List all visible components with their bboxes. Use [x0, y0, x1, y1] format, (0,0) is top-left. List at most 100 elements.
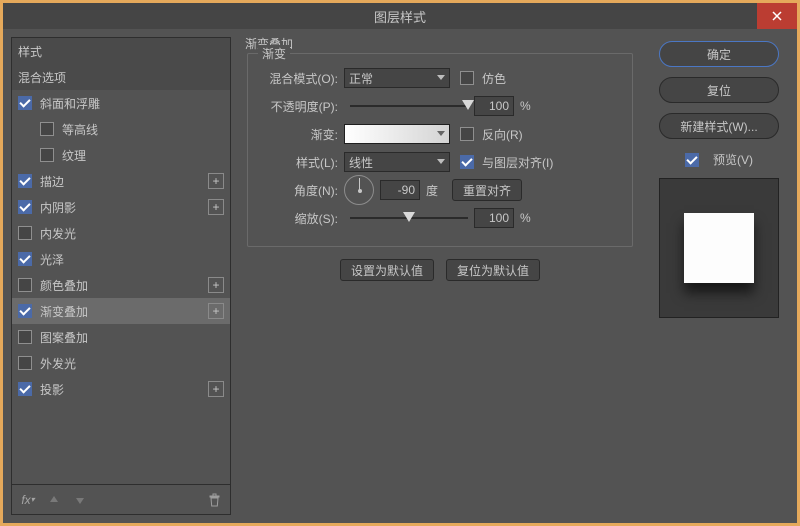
- new-style-button[interactable]: 新建样式(W)...: [659, 113, 779, 139]
- angle-input[interactable]: -90: [380, 180, 420, 200]
- styles-header[interactable]: 样式: [12, 38, 230, 64]
- effect-label: 光泽: [40, 251, 224, 268]
- row-gradient: 渐变: 反向(R): [258, 120, 622, 148]
- effect-checkbox[interactable]: [18, 330, 32, 344]
- add-effect-icon[interactable]: +: [208, 173, 224, 189]
- right-panel: 确定 复位 新建样式(W)... 预览(V): [649, 37, 789, 515]
- effect-checkbox[interactable]: [18, 356, 32, 370]
- move-up-icon[interactable]: [46, 492, 62, 508]
- blend-mode-label: 混合模式(O):: [258, 70, 344, 87]
- set-default-button[interactable]: 设置为默认值: [340, 259, 434, 281]
- dither-checkbox[interactable]: [460, 71, 474, 85]
- effect-checkbox[interactable]: [18, 304, 32, 318]
- add-effect-icon[interactable]: +: [208, 199, 224, 215]
- effect-row[interactable]: 光泽: [12, 246, 230, 272]
- effect-checkbox[interactable]: [18, 382, 32, 396]
- add-effect-icon[interactable]: +: [208, 381, 224, 397]
- effect-checkbox[interactable]: [18, 174, 32, 188]
- gradient-picker[interactable]: [344, 124, 450, 144]
- effects-list-panel: 样式 混合选项 斜面和浮雕等高线纹理描边+内阴影+内发光光泽颜色叠加+渐变叠加+…: [11, 37, 231, 515]
- style-label: 样式(L):: [258, 154, 344, 171]
- effect-label: 渐变叠加: [40, 303, 208, 320]
- cancel-button[interactable]: 复位: [659, 77, 779, 103]
- effect-checkbox[interactable]: [40, 148, 54, 162]
- scale-label: 缩放(S):: [258, 210, 344, 227]
- effect-checkbox[interactable]: [18, 200, 32, 214]
- effect-row[interactable]: 颜色叠加+: [12, 272, 230, 298]
- dialog-body: 样式 混合选项 斜面和浮雕等高线纹理描边+内阴影+内发光光泽颜色叠加+渐变叠加+…: [3, 29, 797, 523]
- effect-row[interactable]: 纹理: [12, 142, 230, 168]
- effect-checkbox[interactable]: [40, 122, 54, 136]
- row-angle: 角度(N): -90 度 重置对齐: [258, 176, 622, 204]
- window-title: 图层样式: [374, 7, 426, 26]
- reset-default-button[interactable]: 复位为默认值: [446, 259, 540, 281]
- preview-checkbox[interactable]: [685, 153, 699, 167]
- effect-row[interactable]: 图案叠加: [12, 324, 230, 350]
- settings-panel: 渐变叠加 渐变 混合模式(O): 正常 仿色 不透明度(P):: [239, 37, 641, 515]
- fx-icon[interactable]: fx▾: [20, 492, 36, 508]
- defaults-row: 设置为默认值 复位为默认值: [247, 259, 633, 281]
- effect-label: 外发光: [40, 355, 224, 372]
- fieldset-legend: 渐变: [258, 45, 290, 62]
- style-select[interactable]: 线性: [344, 152, 450, 172]
- effect-label: 等高线: [62, 121, 224, 138]
- angle-label: 角度(N):: [258, 182, 344, 199]
- opacity-input[interactable]: 100: [474, 96, 514, 116]
- row-blend-mode: 混合模式(O): 正常 仿色: [258, 64, 622, 92]
- reverse-checkbox[interactable]: [460, 127, 474, 141]
- titlebar: 图层样式: [3, 3, 797, 29]
- row-style: 样式(L): 线性 与图层对齐(I): [258, 148, 622, 176]
- gradient-fieldset: 渐变 混合模式(O): 正常 仿色 不透明度(P):: [247, 53, 633, 247]
- chevron-down-icon: [437, 159, 445, 164]
- reverse-option[interactable]: 反向(R): [460, 126, 523, 143]
- opacity-slider[interactable]: [350, 96, 468, 116]
- ok-button[interactable]: 确定: [659, 41, 779, 67]
- chevron-down-icon: [437, 131, 445, 136]
- dither-option[interactable]: 仿色: [460, 70, 506, 87]
- align-option[interactable]: 与图层对齐(I): [460, 154, 553, 171]
- close-button[interactable]: [757, 3, 797, 29]
- blend-mode-select[interactable]: 正常: [344, 68, 450, 88]
- effects-list: 样式 混合选项 斜面和浮雕等高线纹理描边+内阴影+内发光光泽颜色叠加+渐变叠加+…: [12, 38, 230, 484]
- effect-checkbox[interactable]: [18, 278, 32, 292]
- reset-align-button[interactable]: 重置对齐: [452, 179, 522, 201]
- effect-row[interactable]: 外发光: [12, 350, 230, 376]
- preview-swatch: [684, 213, 754, 283]
- row-opacity: 不透明度(P): 100 %: [258, 92, 622, 120]
- chevron-down-icon: [437, 75, 445, 80]
- gradient-label: 渐变:: [258, 126, 344, 143]
- angle-dial[interactable]: [344, 175, 374, 205]
- effect-row[interactable]: 渐变叠加+: [12, 298, 230, 324]
- effect-row[interactable]: 内阴影+: [12, 194, 230, 220]
- preview-area: [659, 178, 779, 318]
- effect-label: 颜色叠加: [40, 277, 208, 294]
- effect-row[interactable]: 等高线: [12, 116, 230, 142]
- align-checkbox[interactable]: [460, 155, 474, 169]
- layer-style-dialog: 图层样式 样式 混合选项 斜面和浮雕等高线纹理描边+内阴影+内发光光泽颜色叠加+…: [0, 0, 800, 526]
- effect-label: 图案叠加: [40, 329, 224, 346]
- scale-input[interactable]: 100: [474, 208, 514, 228]
- effect-checkbox[interactable]: [18, 252, 32, 266]
- scale-slider[interactable]: [350, 208, 468, 228]
- effect-row[interactable]: 投影+: [12, 376, 230, 402]
- effect-label: 纹理: [62, 147, 224, 164]
- add-effect-icon[interactable]: +: [208, 277, 224, 293]
- close-icon: [772, 11, 782, 21]
- preview-option[interactable]: 预览(V): [685, 151, 753, 168]
- effect-checkbox[interactable]: [18, 96, 32, 110]
- effect-label: 内发光: [40, 225, 224, 242]
- opacity-label: 不透明度(P):: [258, 98, 344, 115]
- effects-footer: fx▾: [12, 484, 230, 514]
- effect-label: 斜面和浮雕: [40, 95, 224, 112]
- effect-row[interactable]: 斜面和浮雕: [12, 90, 230, 116]
- row-scale: 缩放(S): 100 %: [258, 204, 622, 232]
- trash-icon[interactable]: [206, 492, 222, 508]
- effect-checkbox[interactable]: [18, 226, 32, 240]
- effect-row[interactable]: 内发光: [12, 220, 230, 246]
- blend-options-header[interactable]: 混合选项: [12, 64, 230, 90]
- add-effect-icon[interactable]: +: [208, 303, 224, 319]
- move-down-icon[interactable]: [72, 492, 88, 508]
- effect-label: 内阴影: [40, 199, 208, 216]
- effect-label: 投影: [40, 381, 208, 398]
- effect-row[interactable]: 描边+: [12, 168, 230, 194]
